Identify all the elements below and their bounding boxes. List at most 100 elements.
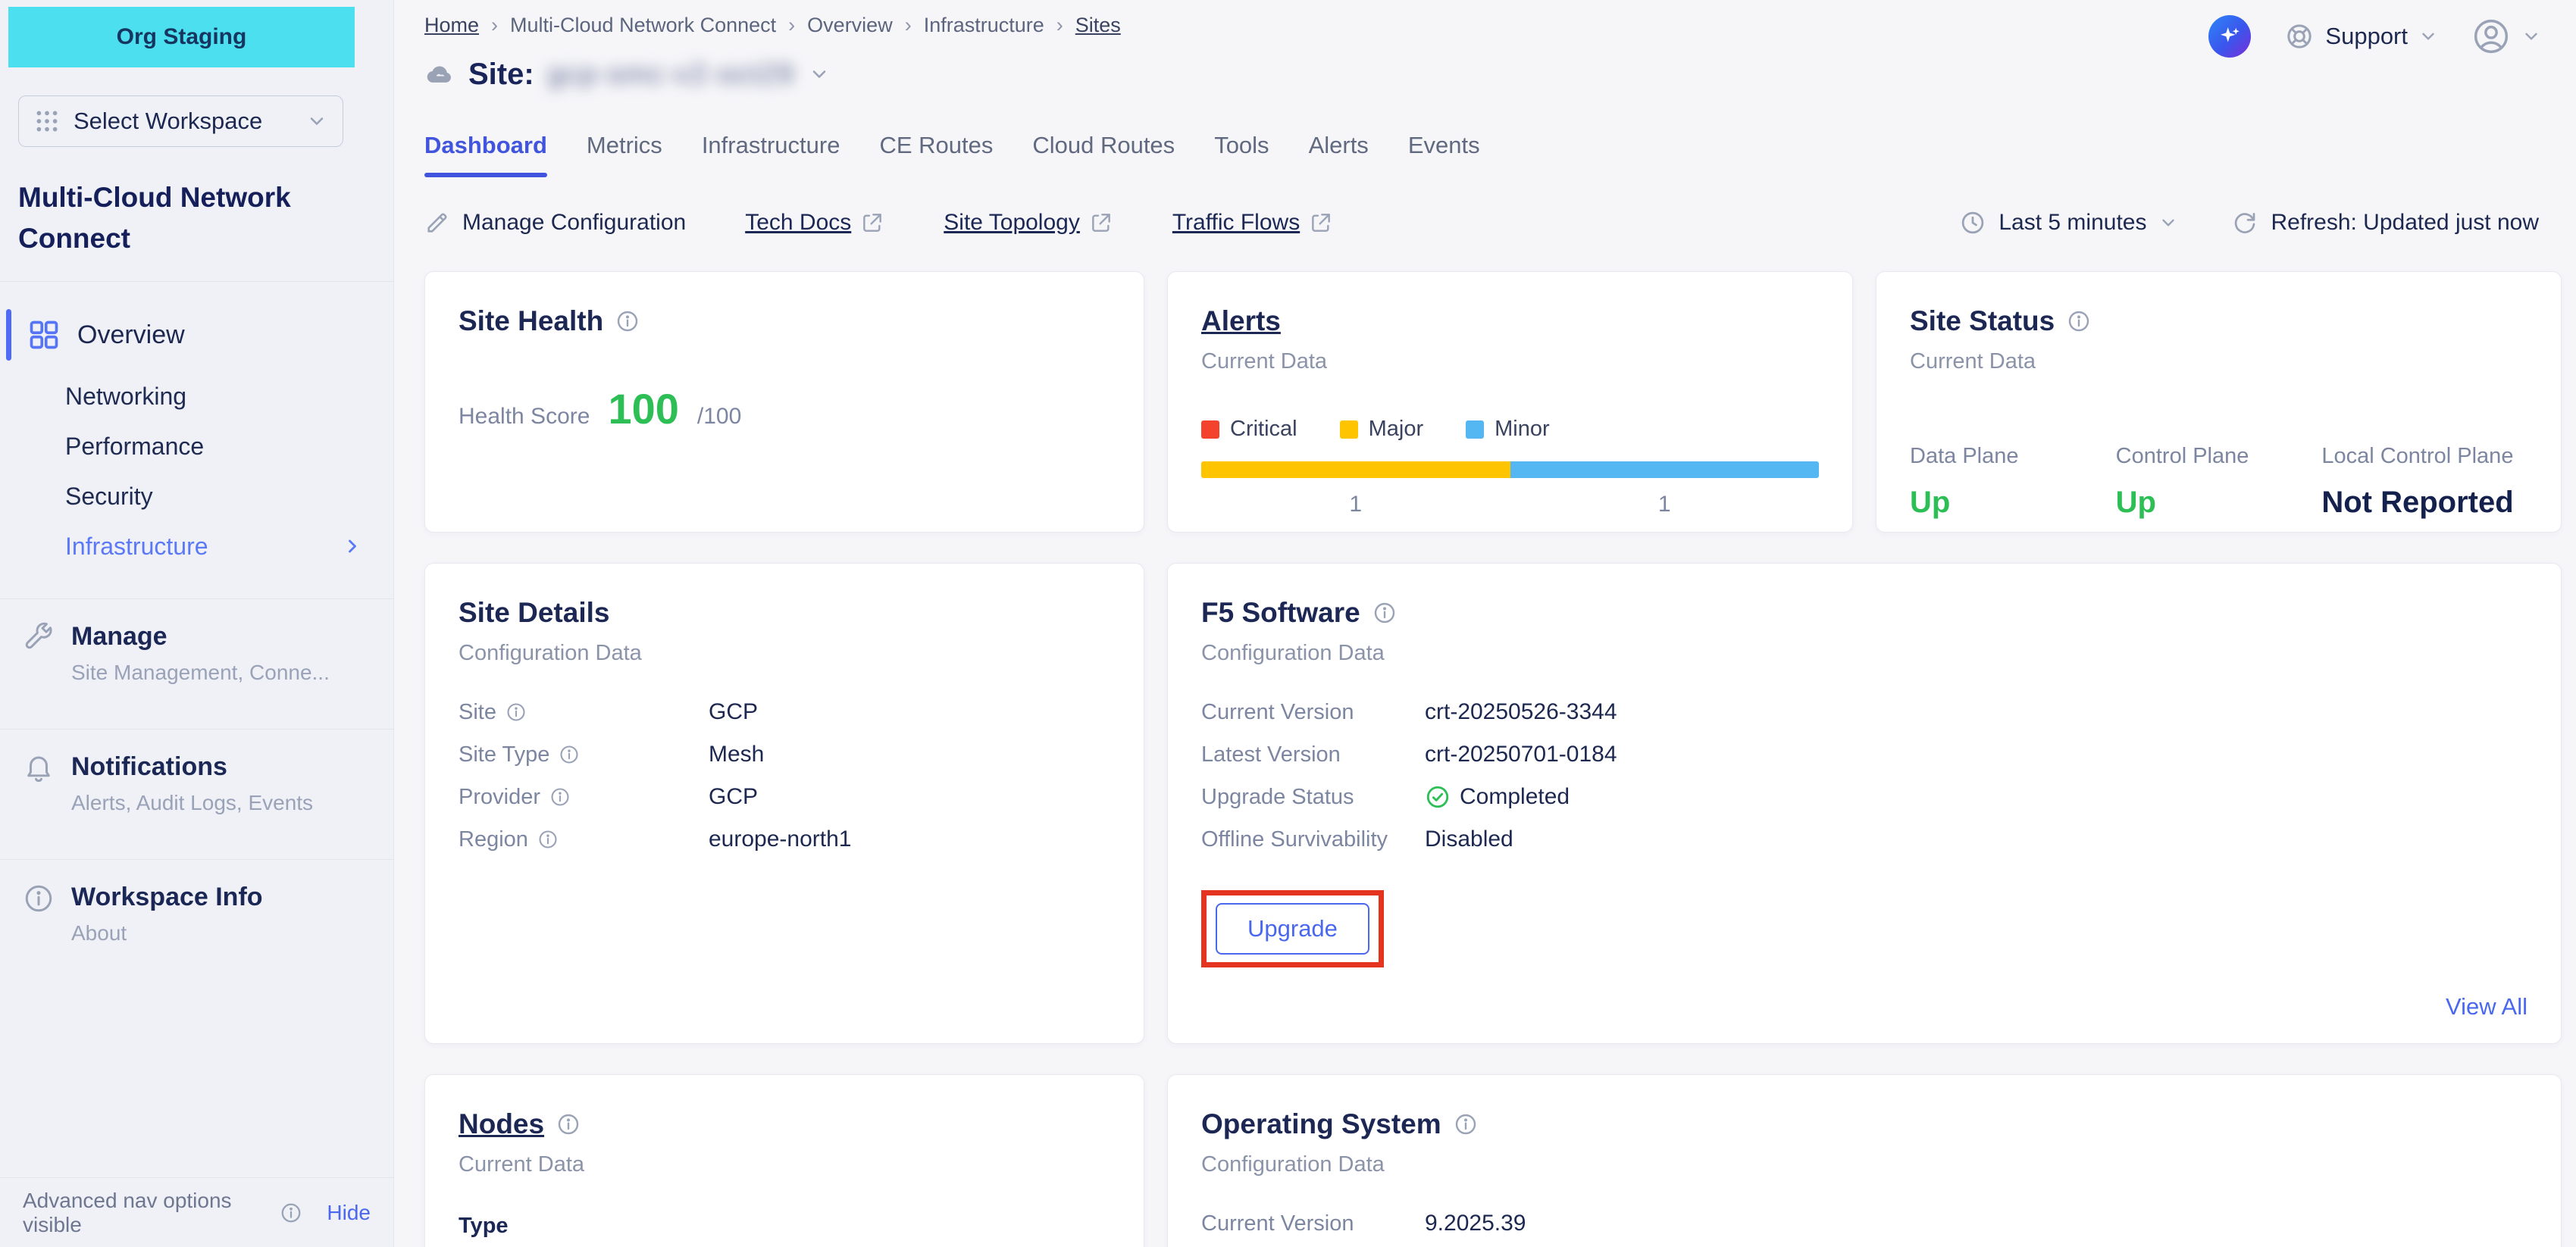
- f5-software-rows: Current Version crt-20250526-3344 Latest…: [1201, 699, 2527, 852]
- upgrade-button[interactable]: Upgrade: [1216, 903, 1369, 955]
- section-label: Notifications: [71, 752, 313, 782]
- sidebar-item-security[interactable]: Security: [0, 471, 393, 521]
- sidebar-item-workspace-info[interactable]: Workspace Info About: [0, 860, 393, 967]
- info-icon[interactable]: [559, 744, 580, 765]
- sidebar-item-label: Security: [65, 483, 153, 511]
- chevron-down-icon: [306, 111, 327, 132]
- info-icon[interactable]: [556, 1112, 581, 1136]
- tab-dashboard[interactable]: Dashboard: [424, 132, 547, 177]
- manage-configuration-button[interactable]: Manage Configuration: [424, 210, 686, 236]
- external-link-icon: [860, 211, 884, 235]
- sidebar-item-overview[interactable]: Overview: [0, 298, 393, 371]
- chevron-down-icon: [2521, 27, 2541, 46]
- refresh-icon: [2231, 209, 2258, 236]
- cloud-icon: [424, 59, 455, 89]
- sidebar-item-notifications[interactable]: Notifications Alerts, Audit Logs, Events: [0, 730, 393, 836]
- info-icon[interactable]: [1373, 601, 1397, 625]
- hide-nav-button[interactable]: Hide: [327, 1201, 371, 1225]
- card-site-health: Site Health Health Score 100 /100: [424, 271, 1144, 533]
- info-icon[interactable]: [537, 829, 559, 850]
- overview-grid-icon: [27, 318, 61, 352]
- tab-metrics[interactable]: Metrics: [587, 132, 662, 177]
- row-current-version: Current Version crt-20250526-3344: [1201, 699, 2527, 725]
- active-indicator: [6, 309, 11, 361]
- row-offline-survivability: Offline Survivability Disabled: [1201, 827, 2527, 852]
- card-title: Site Status: [1910, 305, 2055, 337]
- critical-swatch: [1201, 420, 1219, 439]
- sidebar-item-infrastructure[interactable]: Infrastructure: [0, 521, 393, 571]
- breadcrumb-home[interactable]: Home: [424, 14, 479, 37]
- account-menu[interactable]: [2471, 17, 2541, 56]
- dashboard-grid: Site Health Health Score 100 /100 Alerts…: [424, 271, 2562, 1247]
- site-name-redacted[interactable]: gcp-smc-v2-oct29: [548, 58, 795, 90]
- tech-docs-link[interactable]: Tech Docs: [745, 210, 884, 236]
- tab-infrastructure[interactable]: Infrastructure: [702, 132, 840, 177]
- section-sublabel: About: [71, 921, 263, 945]
- tab-cloud-routes[interactable]: Cloud Routes: [1032, 132, 1175, 177]
- section-sublabel: Alerts, Audit Logs, Events: [71, 791, 313, 815]
- time-range-select[interactable]: Last 5 minutes: [1959, 209, 2178, 236]
- tab-alerts[interactable]: Alerts: [1309, 132, 1369, 177]
- alerts-legend: Critical Major Minor: [1201, 417, 1819, 442]
- nodes-title-link[interactable]: Nodes: [459, 1108, 544, 1140]
- row-site-type: Site Type Mesh: [459, 742, 1110, 767]
- os-rows: Current Version 9.2025.39 Latest Version…: [1201, 1211, 2527, 1247]
- sidebar-item-label: Performance: [65, 433, 204, 461]
- card-site-status: Site Status Current Data Data Plane Up C…: [1876, 271, 2562, 533]
- clock-icon: [1959, 209, 1986, 236]
- sidebar-item-networking[interactable]: Networking: [0, 371, 393, 421]
- card-site-details: Site Details Configuration Data Site GCP…: [424, 563, 1144, 1044]
- minor-swatch: [1466, 420, 1484, 439]
- section-label: Workspace Info: [71, 883, 263, 912]
- card-f5-software: F5 Software Configuration Data Current V…: [1167, 563, 2562, 1044]
- alerts-title-link[interactable]: Alerts: [1201, 305, 1281, 337]
- sidebar-item-label: Overview: [77, 320, 185, 350]
- breadcrumb-separator: ›: [1056, 14, 1063, 37]
- minor-count: 1: [1510, 492, 1820, 517]
- main-content: Home › Multi-Cloud Network Connect › Ove…: [394, 0, 2576, 1247]
- tab-tools[interactable]: Tools: [1214, 132, 1269, 177]
- chevron-down-icon: [2158, 213, 2178, 233]
- info-icon[interactable]: [615, 309, 640, 333]
- card-subtitle: Configuration Data: [1201, 1152, 2527, 1177]
- info-icon: [23, 883, 55, 914]
- site-topology-link[interactable]: Site Topology: [944, 210, 1113, 236]
- chevron-down-icon[interactable]: [809, 64, 830, 85]
- breadcrumb-infrastructure[interactable]: Infrastructure: [924, 14, 1044, 37]
- toolbar: Manage Configuration Tech Docs Site Topo…: [424, 209, 2539, 236]
- data-plane-status: Data Plane Up: [1910, 444, 2116, 520]
- local-control-plane-value: Not Reported: [2321, 486, 2527, 520]
- sidebar-item-performance[interactable]: Performance: [0, 421, 393, 471]
- info-icon[interactable]: [505, 702, 527, 723]
- control-plane-value: Up: [2116, 486, 2322, 520]
- sidebar: Org Staging Select Workspace Multi-Cloud…: [0, 0, 394, 1247]
- breadcrumb-separator: ›: [905, 14, 912, 37]
- view-all-link[interactable]: View All: [2446, 993, 2527, 1020]
- tab-ce-routes[interactable]: CE Routes: [879, 132, 993, 177]
- alerts-segment-values: 1 1: [1201, 492, 1819, 517]
- workspace-selector[interactable]: Select Workspace: [18, 95, 343, 147]
- info-icon[interactable]: [2067, 309, 2091, 333]
- breadcrumb-overview[interactable]: Overview: [807, 14, 893, 37]
- health-score-denominator: /100: [697, 404, 741, 430]
- nodes-type-label: Type: [459, 1214, 1110, 1239]
- control-plane-status: Control Plane Up: [2116, 444, 2322, 520]
- sidebar-item-manage[interactable]: Manage Site Management, Conne...: [0, 599, 393, 706]
- refresh-button[interactable]: Refresh: Updated just now: [2231, 209, 2539, 236]
- info-icon[interactable]: [1454, 1112, 1478, 1136]
- major-bar-segment[interactable]: [1201, 461, 1510, 478]
- breadcrumb-mcn[interactable]: Multi-Cloud Network Connect: [510, 14, 776, 37]
- alerts-stacked-bar[interactable]: [1201, 461, 1819, 478]
- active-tab-underline: [424, 173, 547, 177]
- tab-events[interactable]: Events: [1408, 132, 1480, 177]
- breadcrumb-sites[interactable]: Sites: [1075, 14, 1121, 37]
- org-badge[interactable]: Org Staging: [8, 7, 355, 67]
- minor-bar-segment[interactable]: [1510, 461, 1820, 478]
- card-title: Operating System: [1201, 1108, 1441, 1140]
- info-icon[interactable]: [549, 786, 571, 808]
- support-menu[interactable]: Support: [2284, 21, 2438, 52]
- traffic-flows-link[interactable]: Traffic Flows: [1172, 210, 1333, 236]
- health-score-value: 100: [608, 384, 678, 433]
- local-control-plane-status: Local Control Plane Not Reported: [2321, 444, 2527, 520]
- ai-assistant-icon[interactable]: [2208, 15, 2251, 58]
